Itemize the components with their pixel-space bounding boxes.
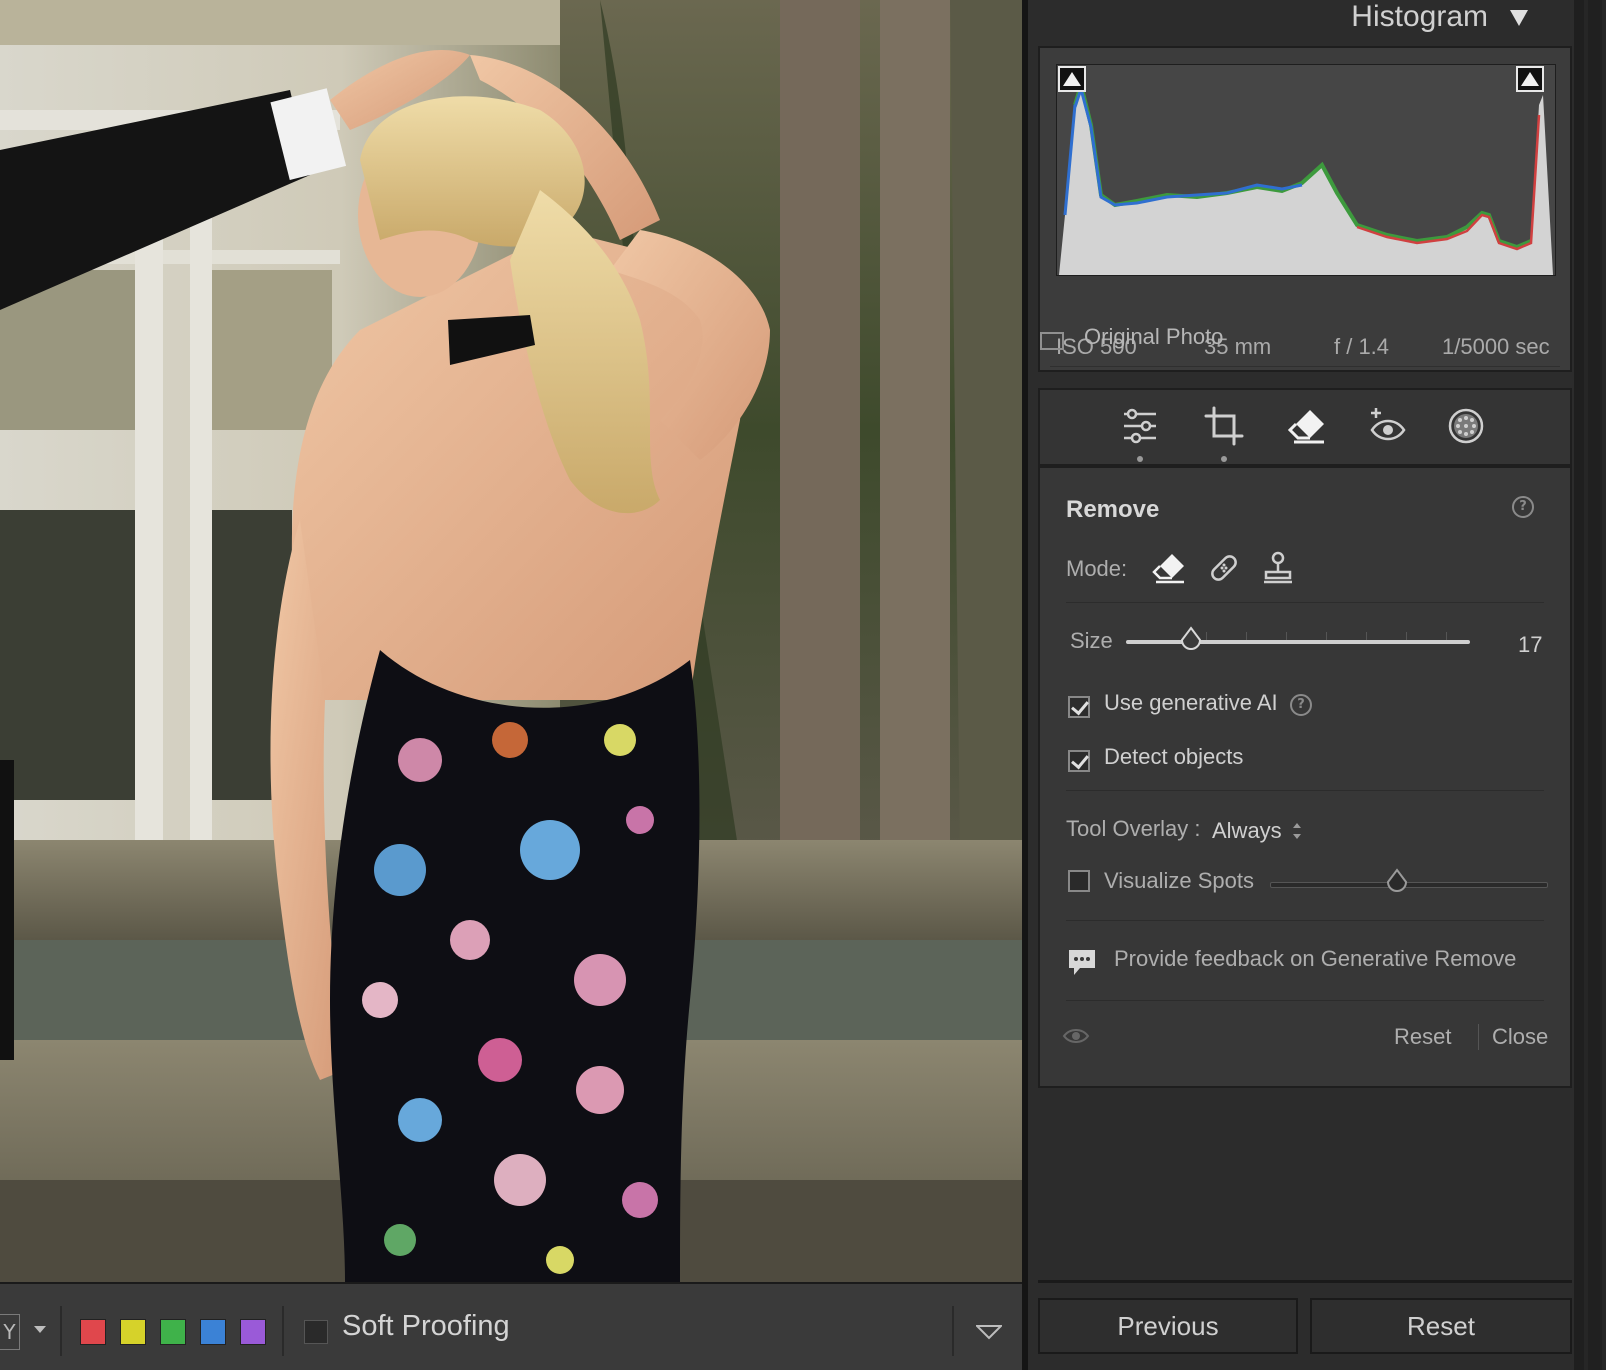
- highlight-clipping-toggle[interactable]: [1516, 66, 1544, 92]
- edit-indicator-dot: [1137, 456, 1143, 462]
- clone-stamp-icon: [1264, 551, 1292, 584]
- mode-remove-button[interactable]: [1150, 548, 1190, 588]
- section-divider: [1066, 790, 1544, 791]
- crop-icon: [1204, 406, 1244, 446]
- eye-icon[interactable]: [1062, 1026, 1090, 1046]
- color-label-yellow-button[interactable]: [120, 1319, 146, 1345]
- size-label: Size: [1070, 628, 1113, 653]
- toolbar-divider: [282, 1306, 284, 1356]
- exif-shutter: 1/5000 sec: [1442, 334, 1550, 359]
- previous-button[interactable]: Previous: [1038, 1298, 1298, 1354]
- collapse-triangle-icon[interactable]: [1508, 8, 1530, 28]
- slider-tick: [1286, 632, 1287, 640]
- visualize-spots-slider[interactable]: [1270, 882, 1548, 888]
- toolbar-menu-triangle-icon[interactable]: [976, 1324, 1002, 1340]
- detect-objects-label: Detect objects: [1104, 744, 1244, 769]
- visualize-spots-thumb[interactable]: [1386, 868, 1408, 892]
- toolbar-divider: [952, 1306, 954, 1356]
- tool-overlay-select[interactable]: Always: [1212, 818, 1282, 844]
- original-photo-checkbox[interactable]: [1040, 332, 1064, 350]
- detect-objects-checkbox[interactable]: [1068, 750, 1090, 772]
- panel-bottom-divider: [1038, 1280, 1572, 1283]
- mode-clone-button[interactable]: [1258, 548, 1298, 588]
- bandage-icon: [1211, 555, 1237, 581]
- red-eye-icon: [1370, 408, 1406, 441]
- filmstrip-toolbar: Y Soft Proofing: [0, 1282, 1022, 1370]
- soft-proofing-checkbox[interactable]: [304, 1320, 328, 1344]
- slider-tick: [1366, 632, 1367, 640]
- histogram-plot[interactable]: [1056, 64, 1556, 276]
- help-icon[interactable]: ?: [1290, 694, 1312, 716]
- slider-tick: [1406, 632, 1407, 640]
- eraser-icon: [1152, 554, 1184, 584]
- tool-masking[interactable]: [1444, 404, 1488, 448]
- triangle-up-icon: [1521, 72, 1539, 86]
- color-label-purple-button[interactable]: [240, 1319, 266, 1345]
- section-divider: [1066, 920, 1544, 921]
- close-button[interactable]: Close: [1492, 1024, 1548, 1050]
- scrollbar-track[interactable]: [1588, 0, 1602, 1370]
- visualize-spots-checkbox[interactable]: [1068, 870, 1090, 892]
- size-slider-thumb[interactable]: [1180, 626, 1202, 650]
- up-down-arrows-icon[interactable]: [1290, 820, 1304, 842]
- photo-canvas[interactable]: [0, 0, 1022, 1282]
- histogram-title[interactable]: Histogram: [1351, 0, 1488, 34]
- tool-strip: [1038, 388, 1572, 466]
- masking-icon: [1448, 408, 1484, 444]
- tool-remove[interactable]: [1286, 404, 1330, 448]
- chevron-down-icon[interactable]: [34, 1326, 46, 1333]
- visualize-spots-label: Visualize Spots: [1104, 868, 1255, 893]
- slider-tick: [1246, 632, 1247, 640]
- panel-scrollbar[interactable]: [1584, 0, 1606, 1370]
- size-slider[interactable]: [1126, 640, 1470, 644]
- section-divider: [1066, 1000, 1544, 1001]
- histogram-divider: [1050, 366, 1560, 367]
- slider-tick: [1446, 632, 1447, 640]
- develop-right-panel: Histogram ISO 500 35 mm f / 1.4 1/5000 s…: [1028, 0, 1574, 1370]
- sliders-icon: [1124, 408, 1156, 444]
- original-photo-label: Original Photo: [1084, 324, 1224, 349]
- use-generative-ai-checkbox[interactable]: [1068, 696, 1090, 718]
- crop-indicator-dot: [1221, 456, 1227, 462]
- help-icon[interactable]: ?: [1512, 496, 1534, 518]
- color-label-blue-button[interactable]: [200, 1319, 226, 1345]
- feedback-speech-icon[interactable]: [1066, 946, 1098, 978]
- remove-title: Remove: [1066, 496, 1160, 523]
- reset-button[interactable]: Reset: [1394, 1024, 1451, 1050]
- triangle-up-icon: [1063, 72, 1081, 86]
- mode-heal-button[interactable]: [1204, 548, 1244, 588]
- size-value[interactable]: 17: [1518, 632, 1542, 658]
- section-divider: [1066, 602, 1544, 603]
- soft-proofing-label: Soft Proofing: [342, 1310, 510, 1342]
- eraser-icon: [1287, 410, 1324, 444]
- slider-tick: [1326, 632, 1327, 640]
- slider-tick: [1206, 632, 1207, 640]
- mode-label: Mode:: [1066, 556, 1128, 581]
- tool-crop[interactable]: [1202, 404, 1246, 448]
- tool-red-eye[interactable]: [1366, 404, 1410, 448]
- tool-edit[interactable]: [1118, 404, 1162, 448]
- remove-panel: Remove ? Mode: Size 17 Use generative AI…: [1038, 466, 1572, 1088]
- color-label-red-button[interactable]: [80, 1319, 106, 1345]
- tool-overlay-label: Tool Overlay :: [1066, 816, 1201, 841]
- photo-image: [0, 0, 1022, 1282]
- toolbar-divider: [60, 1306, 62, 1356]
- color-label-green-button[interactable]: [160, 1319, 186, 1345]
- reset-all-button[interactable]: Reset: [1310, 1298, 1572, 1354]
- feedback-link[interactable]: Provide feedback on Generative Remove: [1114, 946, 1516, 972]
- view-mode-y-button[interactable]: Y: [0, 1314, 20, 1350]
- exif-aperture: f / 1.4: [1334, 334, 1390, 359]
- histogram-graph: [1059, 77, 1553, 275]
- footer-divider: [1478, 1024, 1479, 1050]
- use-generative-ai-label: Use generative AI: [1104, 690, 1278, 715]
- shadow-clipping-toggle[interactable]: [1058, 66, 1086, 92]
